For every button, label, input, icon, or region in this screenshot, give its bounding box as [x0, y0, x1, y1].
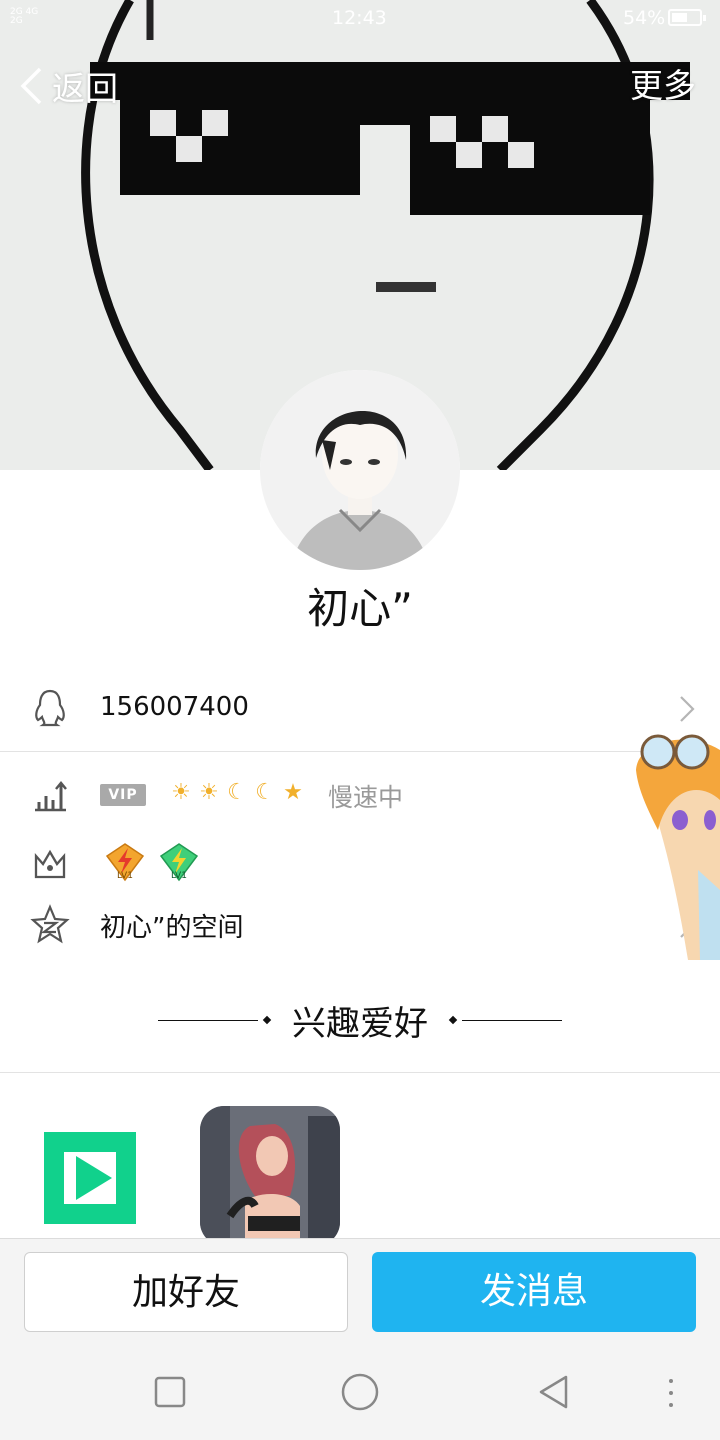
sun-icon: ☀ [171, 780, 191, 805]
back-button[interactable]: 返回 [18, 64, 118, 108]
interests-title: 兴趣爱好 [292, 1004, 428, 1044]
qzone-star-icon [30, 904, 70, 944]
signal-label-bottom: 2G [10, 16, 23, 26]
level-status: 慢速中 [328, 783, 404, 812]
moon-icon: ☾ [255, 780, 275, 805]
status-bar: 2G 4G 2G 12:43 54% [0, 0, 720, 36]
mascot-pendant[interactable] [628, 730, 720, 960]
chevron-left-icon [20, 67, 42, 105]
play-n-logo-icon [44, 1132, 136, 1224]
more-button[interactable]: 更多 [630, 64, 696, 108]
interest-app-icon[interactable] [200, 1106, 340, 1246]
honors-row[interactable]: LV1 LV1 [0, 838, 720, 890]
crown-icon [34, 849, 66, 879]
vip-badge: VIP [100, 784, 146, 806]
home-icon[interactable] [340, 1372, 380, 1412]
recent-apps-icon[interactable] [154, 1376, 186, 1408]
more-dots-icon[interactable] [664, 1376, 678, 1410]
qzone-label: 初心”的空间 [100, 913, 244, 943]
lightning-badge-icon: LV1 [105, 843, 145, 882]
moon-icon: ☾ [227, 780, 247, 805]
qzone-row[interactable]: 初心”的空间 [0, 898, 720, 952]
battery-icon [668, 9, 706, 26]
avatar-illustration [260, 370, 460, 570]
star-icon: ★ [283, 780, 303, 805]
level-icons: ☀ ☀ ☾ ☾ ★ [168, 780, 306, 808]
honor-badge-label: LV1 [117, 871, 133, 881]
divider [0, 751, 720, 752]
interest-app-icon[interactable] [26, 1106, 166, 1246]
qq-number: 156007400 [100, 692, 249, 722]
nickname: 初心” [307, 584, 413, 633]
penguin-icon [35, 689, 65, 727]
back-triangle-icon[interactable] [536, 1374, 572, 1410]
add-friend-button[interactable]: 加好友 [24, 1252, 348, 1332]
system-nav-bar [0, 1344, 720, 1440]
avatar[interactable] [260, 370, 460, 570]
divider-line [462, 1020, 562, 1021]
game-character-icon [200, 1106, 340, 1246]
signal-indicator: 2G 4G 2G [10, 8, 38, 26]
chevron-right-icon [680, 696, 695, 722]
honor-badge-label: LV1 [171, 871, 187, 881]
battery-percent: 54% [623, 7, 666, 29]
send-message-button[interactable]: 发消息 [372, 1252, 696, 1332]
back-label: 返回 [52, 69, 118, 108]
divider [0, 1072, 720, 1073]
lightning-badge-icon: LV1 [159, 843, 199, 882]
sun-icon: ☀ [199, 780, 219, 805]
level-chart-icon [35, 781, 67, 812]
qq-number-row[interactable]: 156007400 [0, 680, 720, 740]
clock: 12:43 [332, 7, 387, 29]
